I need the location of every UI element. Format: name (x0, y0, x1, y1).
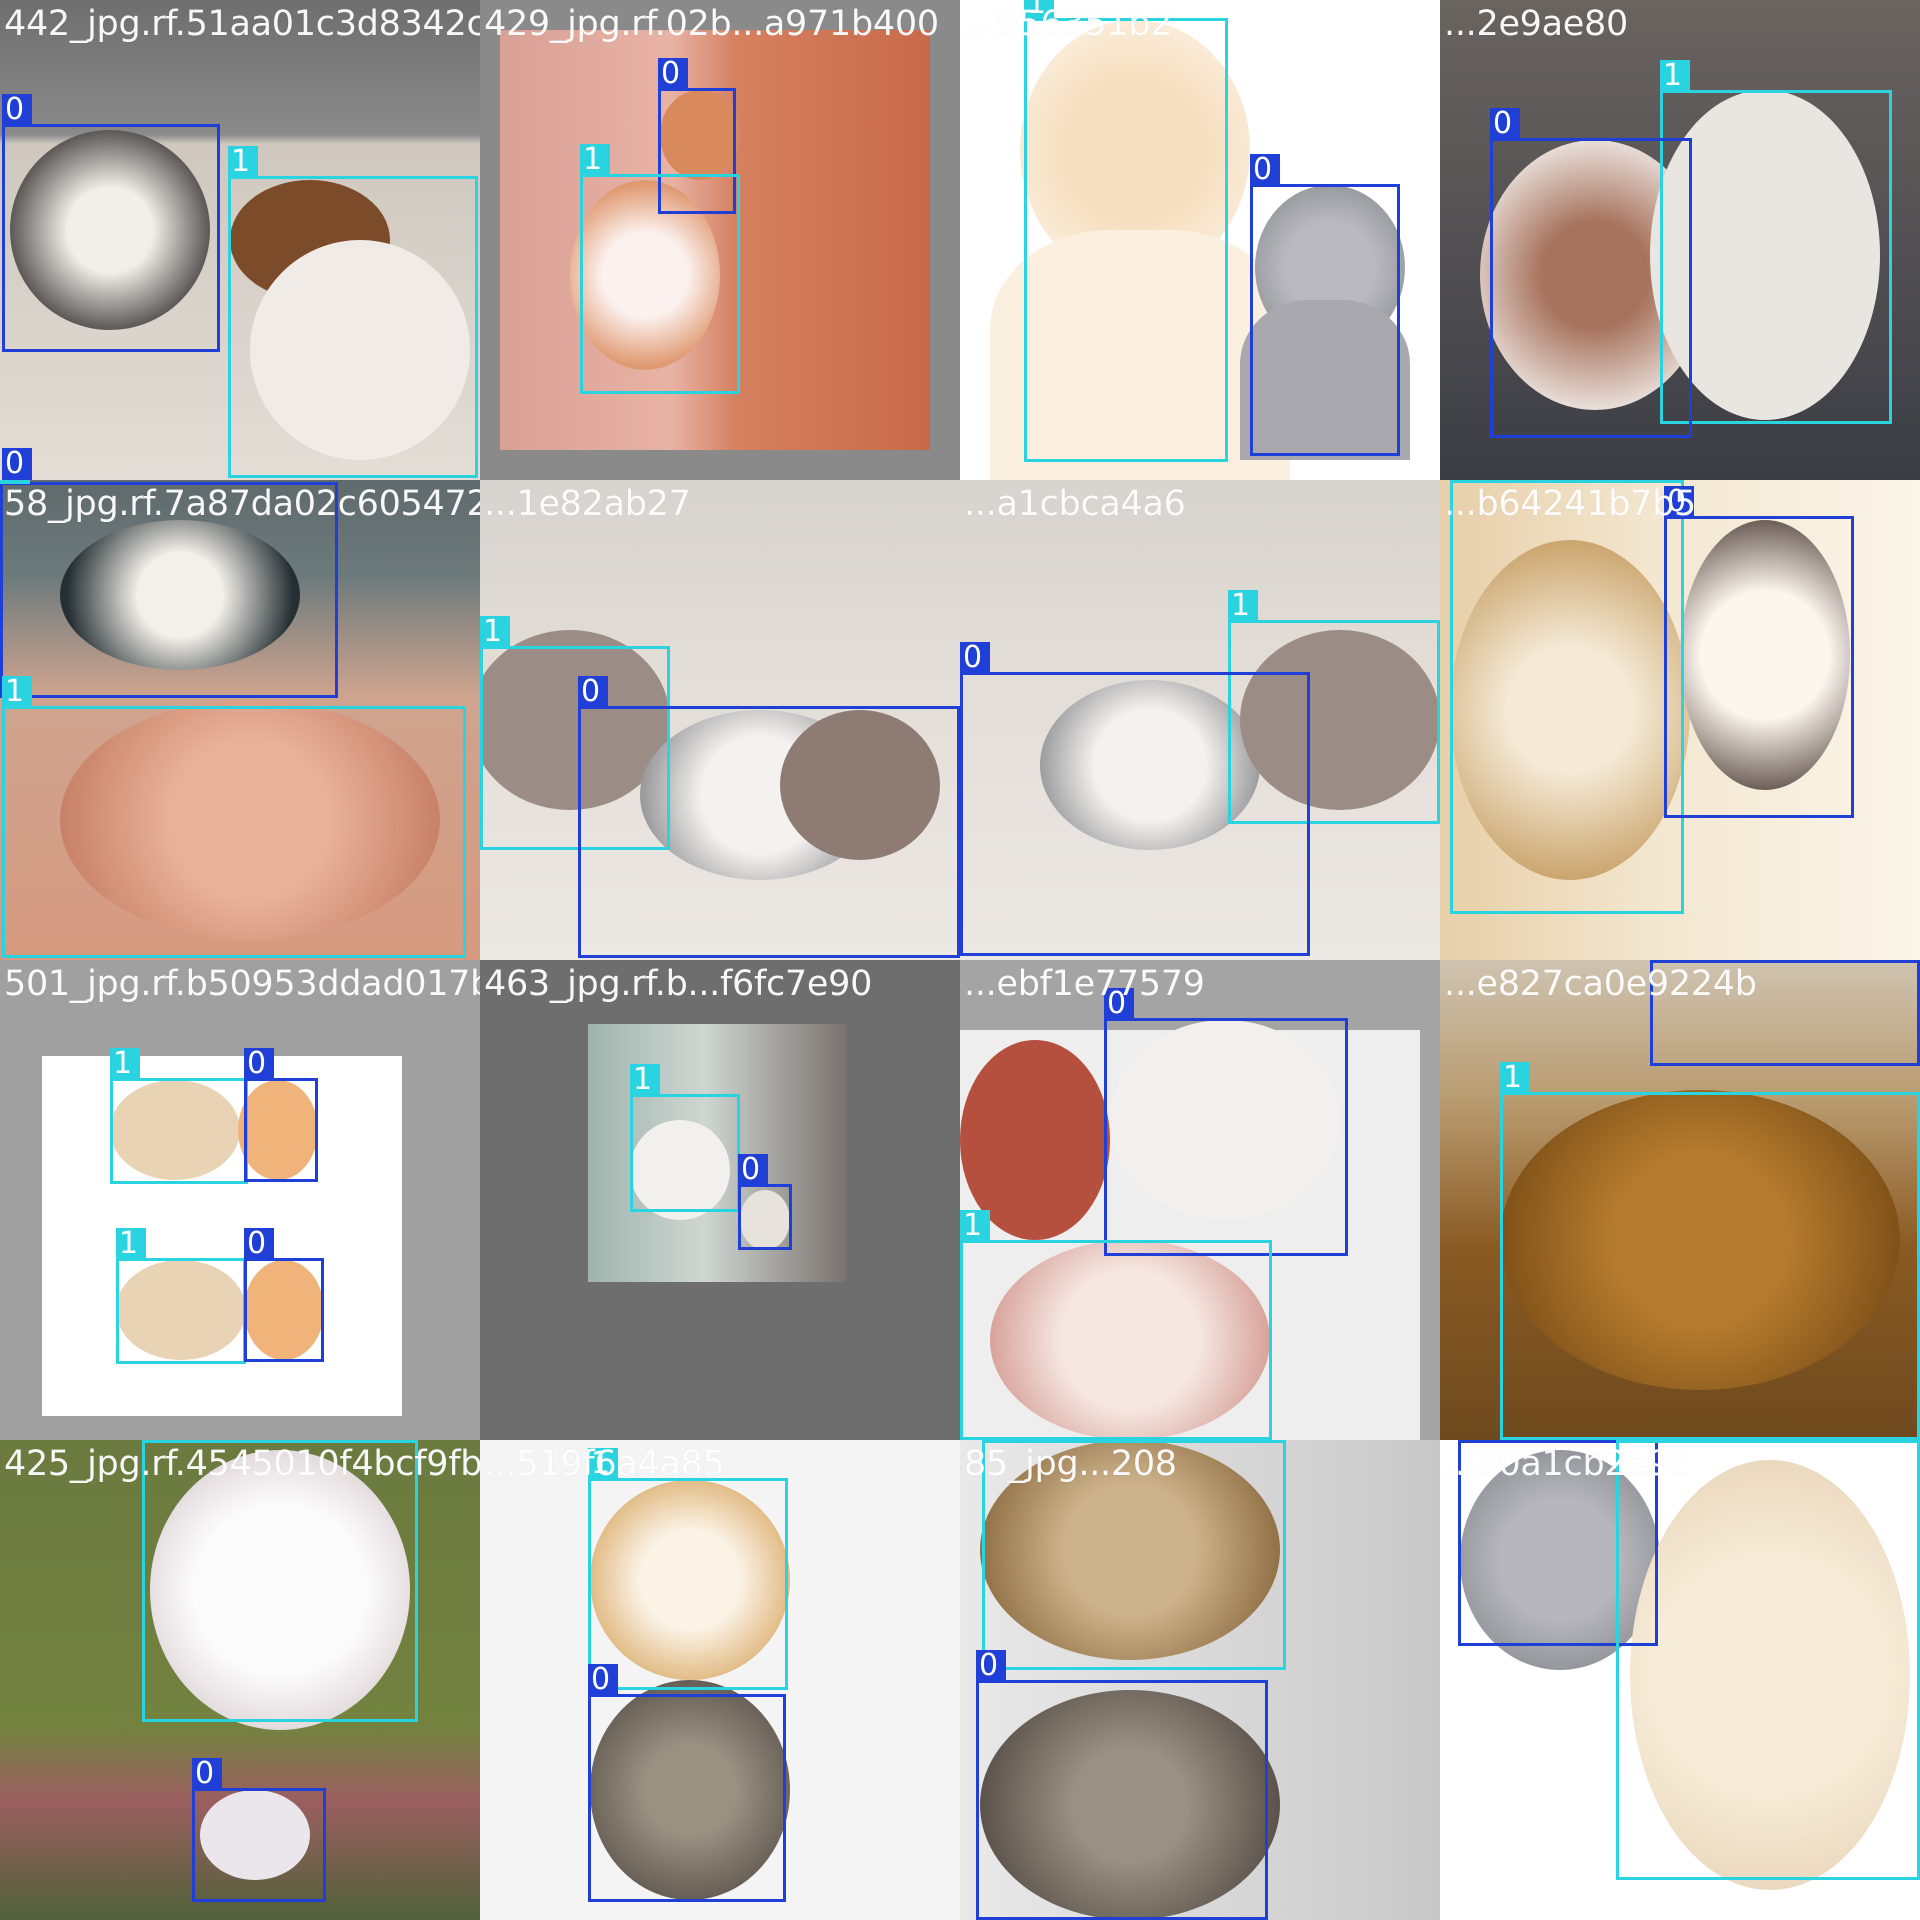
mosaic-tile: ...30a1cb2e9c 0 1 (1440, 1440, 1920, 1920)
white-dog-and-cat-on-grass-photo (0, 1440, 480, 1920)
golden-dog-flipped-photo (1440, 960, 1920, 1440)
image-filename: 429_jpg.rf.02b...a971b400 (484, 4, 939, 44)
image-filename: ...e827ca0e9224b (1444, 964, 1757, 1004)
image-filename: 425_jpg.rf.4545010f4bcf9fb8 (4, 1444, 480, 1484)
cat-dog-sleeping-photo (0, 0, 480, 480)
mosaic-tile: ...b64241b7b5 1 0 (1440, 480, 1920, 960)
mosaic-grid: 442_jpg.rf.51aa01c3d8342c 0 1 0 429_jpg.… (0, 0, 1920, 1920)
mosaic-tile: ...956351b2 1 0 (960, 0, 1440, 480)
image-filename: ...519f6a4a85 (484, 1444, 725, 1484)
cat-and-dog-cuddling-photo (1440, 0, 1920, 480)
image-filename: ...1e82ab27 (484, 484, 691, 524)
dog-and-tabby-cat-flipped-photo (960, 1440, 1440, 1920)
image-filename: 85_jpg...208 (964, 1444, 1177, 1484)
mosaic-tile: 463_jpg.rf.b...f6fc7e90 1 0 (480, 960, 960, 1440)
mosaic-tile: ...a1cbca4a6 1 0 (960, 480, 1440, 960)
mosaic-tile: 425_jpg.rf.4545010f4bcf9fb8 1 0 (0, 1440, 480, 1920)
mosaic-tile: 85_jpg...208 1 0 (960, 1440, 1440, 1920)
image-filename: 463_jpg.rf.b...f6fc7e90 (484, 964, 873, 1004)
fluffy-kitten-and-puppy-photo (960, 960, 1440, 1440)
image-filename: 58_jpg.rf.7a87da02c605472 (4, 484, 480, 524)
cat-and-golden-retriever-photo (0, 480, 480, 960)
dog-on-bed-photo (480, 960, 960, 1440)
image-filename: ...a1cbca4a6 (964, 484, 1186, 524)
labrador-and-cat-photo (960, 0, 1440, 480)
mosaic-tile: ...ebf1e77579 0 1 (960, 960, 1440, 1440)
mosaic-tile: ...e827ca0e9224b 0 1 (1440, 960, 1920, 1440)
image-filename: 442_jpg.rf.51aa01c3d8342c (4, 4, 480, 44)
kitten-and-shar-pei-photo (480, 480, 960, 960)
image-filename: ...ebf1e77579 (964, 964, 1205, 1004)
image-filename: ...b64241b7b5 (1444, 484, 1697, 524)
mosaic-tile: ...2e9ae80 1 0 (1440, 0, 1920, 480)
dog-and-cat-double-photo (0, 960, 480, 1440)
mosaic-tile: 58_jpg.rf.7a87da02c605472 1 1 (0, 480, 480, 960)
mosaic-tile: 442_jpg.rf.51aa01c3d8342c 0 1 0 (0, 0, 480, 480)
image-filename: ...2e9ae80 (1444, 4, 1628, 44)
image-filename: ...30a1cb2e9c (1444, 1444, 1689, 1484)
cat-and-labrador-upside-down-photo (1440, 1440, 1920, 1920)
puppy-and-tabby-cat-photo (480, 1440, 960, 1920)
corgi-in-barrel-photo (480, 0, 960, 480)
image-filename: ...956351b2 (964, 4, 1173, 44)
sleeping-dog-and-cat-blanket-photo (1440, 480, 1920, 960)
mosaic-tile: ...1e82ab27 1 0 (480, 480, 960, 960)
mosaic-tile: ...519f6a4a85 1 0 (480, 1440, 960, 1920)
mosaic-tile: 501_jpg.rf.b50953ddad017b 1 0 1 0 (0, 960, 480, 1440)
mosaic-tile: 429_jpg.rf.02b...a971b400 0 1 (480, 0, 960, 480)
kitten-and-shar-pei-flipped-photo (960, 480, 1440, 960)
image-filename: 501_jpg.rf.b50953ddad017b (4, 964, 480, 1004)
